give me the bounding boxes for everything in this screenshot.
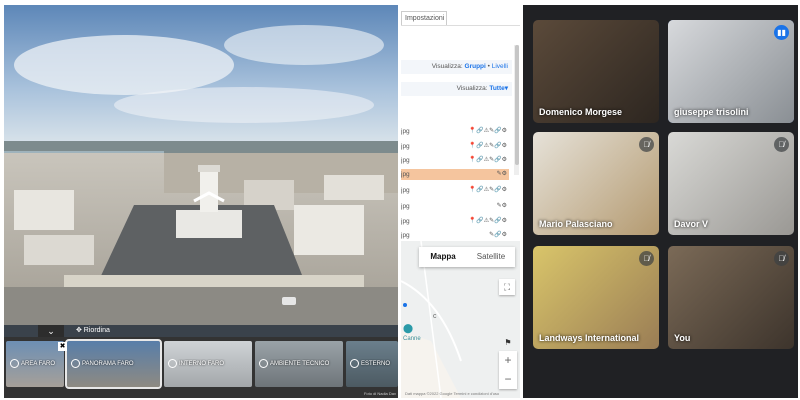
mic-off-icon: 🎙̸ — [774, 137, 789, 152]
screen: ⌄ ✥ Riordina AREA FARO PANORAMA FARO INT… — [0, 0, 800, 400]
map-marker-small[interactable]: ᴄ — [433, 313, 437, 320]
file-actions[interactable]: ✎⚙ — [497, 201, 507, 212]
reorder-button[interactable]: ✥ Riordina — [76, 326, 110, 336]
participant-tile[interactable]: 🎙̸ Landways International — [533, 246, 659, 349]
tab-divider — [401, 25, 520, 26]
file-row[interactable]: jpg 📍🔗⚠✎🔗⚙ — [401, 216, 509, 227]
view-mode-row: Visualizza: Gruppi • Livelli — [401, 60, 512, 74]
thumbnail-ambiente-tecnico[interactable]: AMBIENTE TECNICO — [255, 341, 343, 387]
view-groups-option[interactable]: Gruppi — [465, 63, 486, 70]
collapse-thumbnails-button[interactable]: ⌄ — [38, 325, 64, 337]
panorama-icon — [71, 359, 80, 368]
file-row[interactable]: jpg ✎🔗⚙ — [401, 230, 509, 241]
tab-satellite[interactable]: Satellite — [467, 247, 515, 267]
participant-tile[interactable]: 🎙̸ Mario Palasciano — [533, 132, 659, 235]
filter-row: Visualizza: Tutte▾ — [401, 82, 512, 96]
thumbnail-area-faro[interactable]: AREA FARO — [6, 341, 64, 387]
remove-thumbnail-button[interactable]: ✖ — [58, 342, 67, 351]
map-type-switch: Mappa Satellite — [419, 247, 515, 267]
tab-map[interactable]: Mappa — [419, 247, 467, 267]
panorama-icon — [168, 359, 177, 368]
thumbnail-interno-faro[interactable]: INTERNO FARO — [164, 341, 252, 387]
mic-off-icon: 🎙̸ — [774, 251, 789, 266]
zoom-in-button[interactable]: + — [499, 351, 517, 370]
filter-select[interactable]: Tutte — [489, 85, 504, 92]
file-actions[interactable]: 📍🔗⚠✎🔗⚙ — [469, 126, 507, 137]
chevron-down-icon[interactable]: ▾ — [505, 85, 508, 92]
meeting-grid: Domenico Morgese ▮▮ giuseppe trisolini 🎙… — [523, 5, 798, 398]
file-actions[interactable]: ✎🔗⚙ — [489, 230, 507, 241]
photo-credit: Foto di Nadia Dav — [363, 391, 396, 396]
mic-off-icon: 🎙̸ — [639, 251, 654, 266]
map-attribution[interactable]: Dati mappa ©2022 Google Termini e condiz… — [405, 391, 499, 396]
speaking-indicator-icon: ▮▮ — [774, 25, 789, 40]
file-row-selected[interactable]: jpg ✎⚙ — [401, 169, 509, 180]
file-actions[interactable]: 📍🔗⚠✎🔗⚙ — [469, 155, 507, 166]
mic-off-icon: 🎙̸ — [639, 137, 654, 152]
file-row[interactable]: jpg ✎⚙ — [401, 201, 509, 212]
file-row[interactable]: jpg 📍🔗⚠✎🔗⚙ — [401, 126, 509, 137]
map-place-label: Canne — [403, 336, 421, 342]
file-actions[interactable]: 📍🔗⚠✎🔗⚙ — [469, 216, 507, 227]
editor-panel: Impostazioni Visualizza: Gruppi • Livell… — [401, 5, 520, 398]
participant-tile-self[interactable]: 🎙̸ You — [668, 246, 794, 349]
file-row[interactable]: jpg 📍🔗⚠✎🔗⚙ — [401, 185, 509, 196]
panorama-icon — [259, 359, 268, 368]
panorama-icon — [350, 359, 359, 368]
view-levels-option[interactable]: Livelli — [492, 63, 508, 70]
zoom-out-button[interactable]: − — [499, 370, 517, 389]
file-row[interactable]: jpg 📍🔗⚠✎🔗⚙ — [401, 141, 509, 152]
map-marker[interactable] — [403, 303, 407, 307]
map-pin-icon[interactable]: ⬤ — [403, 323, 413, 334]
file-actions[interactable]: 📍🔗⚠✎🔗⚙ — [469, 185, 507, 196]
participant-tile[interactable]: 🎙̸ Davor V — [668, 132, 794, 235]
file-actions[interactable]: 📍🔗⚠✎🔗⚙ — [469, 141, 507, 152]
map-widget[interactable]: Mappa Satellite ⛶ ⬤ Canne ᴄ ⚑ + − Dati m… — [401, 241, 520, 398]
zoom-control: + − — [499, 351, 517, 389]
participant-tile-speaking[interactable]: ▮▮ giuseppe trisolini — [668, 20, 794, 123]
tab-settings[interactable]: Impostazioni — [401, 11, 447, 25]
thumbnail-esterno[interactable]: ESTERNO — [346, 341, 398, 387]
panorama-viewer[interactable]: ⌄ ✥ Riordina AREA FARO PANORAMA FARO INT… — [4, 5, 398, 398]
scrollbar-thumb[interactable] — [515, 45, 519, 165]
panorama-image[interactable] — [4, 5, 398, 325]
fullscreen-button[interactable]: ⛶ — [499, 279, 515, 295]
participant-tile[interactable]: Domenico Morgese — [533, 20, 659, 123]
thumbnail-panorama-faro[interactable]: PANORAMA FARO — [65, 339, 162, 389]
panorama-icon — [10, 359, 19, 368]
file-actions[interactable]: ✎⚙ — [497, 169, 507, 180]
flag-icon[interactable]: ⚑ — [502, 337, 514, 349]
file-row[interactable]: jpg 📍🔗⚠✎🔗⚙ — [401, 155, 509, 166]
